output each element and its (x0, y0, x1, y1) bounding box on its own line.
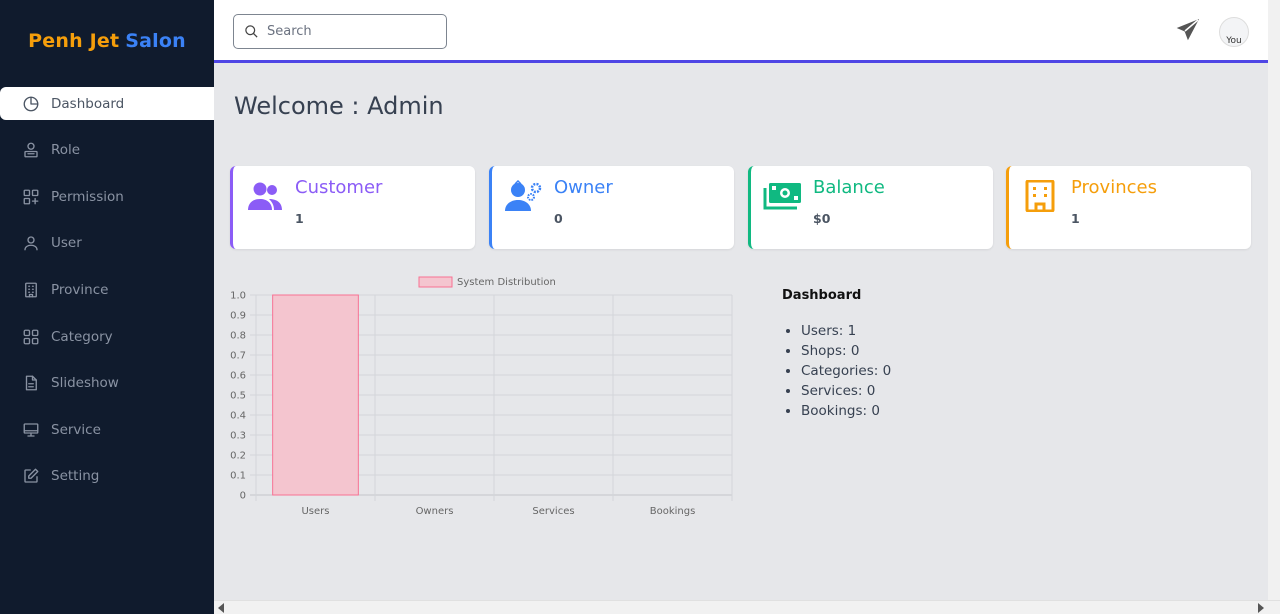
card-value: 1 (295, 211, 304, 226)
card-title: Customer (295, 177, 383, 198)
sidebar-nav: Dashboard Role Permission User Province … (0, 87, 214, 500)
summary-item-bookings: Bookings: 0 (801, 401, 891, 421)
sidebar: Penh Jet Salon Dashboard Role Permission… (0, 0, 214, 614)
y-tick-label: 0.7 (230, 351, 246, 362)
sidebar-item-category[interactable]: Category (0, 313, 214, 360)
sidebar-item-service[interactable]: Service (0, 407, 214, 454)
x-tick-label: Services (532, 506, 574, 517)
search-icon (245, 25, 258, 38)
avatar[interactable]: You (1219, 17, 1249, 47)
y-tick-label: 0.3 (230, 431, 246, 442)
users-icon (248, 182, 282, 210)
vertical-scrollbar[interactable] (1268, 0, 1280, 600)
sidebar-item-label: User (51, 235, 82, 252)
edit-icon (22, 467, 40, 485)
user-badge-icon (22, 141, 40, 159)
summary-title: Dashboard (782, 288, 862, 303)
card-value: $0 (813, 211, 831, 226)
sidebar-item-label: Permission (51, 188, 124, 205)
monitor-icon (22, 421, 40, 439)
sidebar-item-dashboard[interactable]: Dashboard (0, 87, 214, 120)
sidebar-item-label: Dashboard (51, 95, 125, 112)
legend-label: System Distribution (457, 277, 556, 288)
sidebar-item-province[interactable]: Province (0, 267, 214, 314)
summary-list: Users: 1 Shops: 0 Categories: 0 Services… (782, 321, 891, 421)
stat-card-customer[interactable]: Customer 1 (230, 166, 475, 249)
user-gear-icon (505, 180, 542, 211)
stat-card-provinces[interactable]: Provinces 1 (1006, 166, 1251, 249)
card-title: Balance (813, 177, 885, 198)
sidebar-item-label: Setting (51, 468, 100, 485)
legend-swatch (418, 276, 453, 288)
scroll-left-arrow-icon[interactable] (218, 603, 224, 613)
x-tick-label: Bookings (650, 506, 696, 517)
summary-item-shops: Shops: 0 (801, 341, 891, 361)
sidebar-item-user[interactable]: User (0, 220, 214, 267)
avatar-alt-text: You (1226, 36, 1242, 46)
sidebar-item-slideshow[interactable]: Slideshow (0, 360, 214, 407)
card-title: Provinces (1071, 177, 1157, 198)
brand-name-part1: Penh Jet (28, 30, 120, 52)
money-icon (763, 183, 801, 210)
document-icon (22, 374, 40, 392)
y-tick-label: 0.9 (230, 311, 246, 322)
chart-pie-icon (22, 95, 40, 113)
summary-item-categories: Categories: 0 (801, 361, 891, 381)
dashboard-summary: Dashboard Users: 1 Shops: 0 Categories: … (782, 288, 891, 421)
building-icon (22, 281, 40, 299)
y-tick-label: 0.6 (230, 371, 246, 382)
x-tick-label: Users (301, 506, 329, 517)
topbar: You (214, 0, 1268, 63)
send-icon[interactable] (1176, 18, 1200, 42)
sidebar-item-permission[interactable]: Permission (0, 174, 214, 221)
brand-name-part2: Salon (125, 30, 186, 52)
stat-card-owner[interactable]: Owner 0 (489, 166, 734, 249)
horizontal-scrollbar[interactable] (214, 600, 1280, 614)
search-input[interactable] (267, 24, 437, 39)
scroll-right-arrow-icon[interactable] (1258, 603, 1264, 613)
chart-svg: 0 0.1 0.2 0.3 0.4 0.5 0.6 0.7 0.8 0.9 1.0 Users Owne… (230, 276, 733, 517)
summary-item-users: Users: 1 (801, 321, 891, 341)
grid-icon (22, 328, 40, 346)
sidebar-item-label: Role (51, 142, 81, 159)
user-icon (22, 234, 40, 252)
x-tick-label: Owners (416, 506, 454, 517)
sidebar-item-setting[interactable]: Setting (0, 453, 214, 500)
building-icon (1025, 180, 1055, 212)
bar (272, 294, 359, 496)
brand-logo[interactable]: Penh Jet Salon (0, 0, 214, 82)
sidebar-item-label: Service (51, 421, 101, 438)
system-distribution-chart: 0 0.1 0.2 0.3 0.4 0.5 0.6 0.7 0.8 0.9 1.0 Users Owne… (220, 268, 740, 523)
grid-plus-icon (22, 188, 40, 206)
y-tick-label: 1.0 (230, 291, 246, 302)
card-value: 0 (554, 211, 563, 226)
sidebar-item-label: Category (51, 328, 113, 345)
y-tick-label: 0.1 (230, 471, 246, 482)
sidebar-item-label: Slideshow (51, 375, 119, 392)
summary-item-services: Services: 0 (801, 381, 891, 401)
y-tick-label: 0.4 (230, 411, 246, 422)
sidebar-item-role[interactable]: Role (0, 127, 214, 174)
y-tick-label: 0 (240, 491, 246, 502)
y-tick-label: 0.2 (230, 451, 246, 462)
y-tick-label: 0.5 (230, 391, 246, 402)
y-tick-label: 0.8 (230, 331, 246, 342)
sidebar-item-label: Province (51, 282, 109, 299)
card-title: Owner (554, 177, 613, 198)
stat-card-balance[interactable]: Balance $0 (748, 166, 993, 249)
search-box[interactable] (233, 14, 447, 49)
card-value: 1 (1071, 211, 1080, 226)
page-title: Welcome : Admin (234, 92, 444, 120)
